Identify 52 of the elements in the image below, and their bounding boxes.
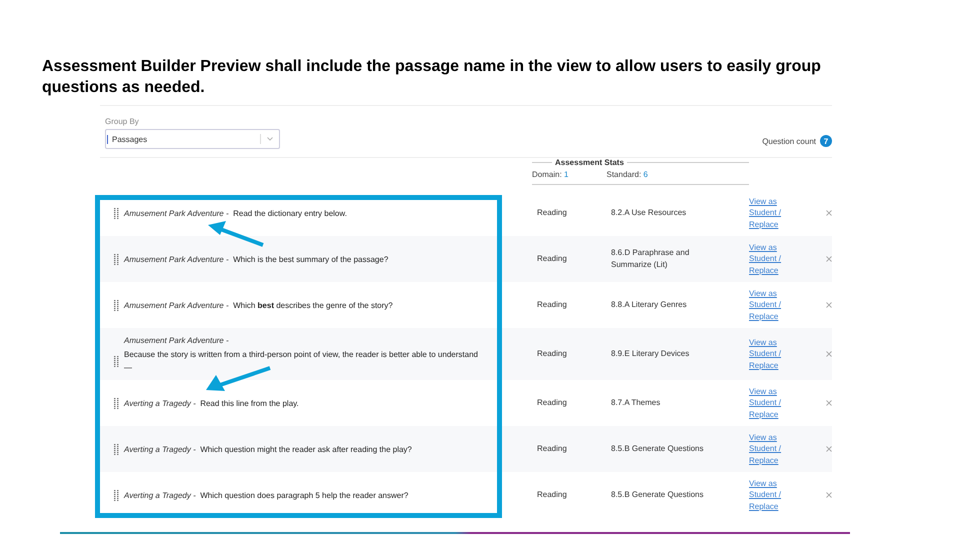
- arrow-annotation: [204, 365, 272, 393]
- group-by-label: Group By: [105, 117, 140, 126]
- drag-handle-icon[interactable]: [114, 208, 119, 218]
- close-icon[interactable]: [826, 351, 832, 357]
- domain-stat: Domain: 1: [532, 170, 568, 179]
- close-icon[interactable]: [826, 492, 832, 498]
- drag-handle-icon[interactable]: [114, 398, 119, 408]
- chevron-icon: [267, 137, 273, 141]
- drag-handle-icon[interactable]: [114, 254, 119, 264]
- domain-cell-text: Reading: [536, 207, 568, 219]
- domain-cell-text: Reading: [536, 348, 568, 360]
- question-cell: Amusement Park Adventure - Which best describes the genre of the story?: [100, 298, 532, 312]
- domain-cell-text: Reading: [536, 443, 568, 455]
- arrow-annotation: [206, 220, 266, 247]
- drag-handle-icon[interactable]: [114, 444, 119, 454]
- group-by-select[interactable]: Passages: [105, 129, 280, 149]
- standard-cell-text: 8.8.A Literary Genres: [611, 299, 688, 311]
- stats-heading: Assessment Stats: [552, 158, 627, 167]
- view-replace-link[interactable]: View as Student / Replace: [749, 288, 789, 322]
- view-replace-link[interactable]: View as Student / Replace: [749, 196, 789, 230]
- slide-title: Assessment Builder Preview shall include the passage name in the view to allow users to easily group questions as needed.: [41, 57, 822, 98]
- domain-cell-text: Reading: [536, 299, 568, 311]
- standard-cell-text: 8.5.B Generate Questions: [611, 443, 704, 455]
- close-icon[interactable]: [826, 210, 832, 216]
- question-cell: Averting a Tragedy - Read this line from the play.: [100, 396, 532, 410]
- question-cell: Averting a Tragedy - Which question does paragraph 5 help the reader answer?: [100, 488, 532, 502]
- close-icon[interactable]: [826, 400, 832, 406]
- drag-handle-icon[interactable]: [114, 300, 119, 310]
- standard-stat: Standard: 6: [606, 170, 648, 179]
- drag-handle-icon[interactable]: [114, 490, 119, 500]
- drag-handle-icon[interactable]: [114, 356, 119, 366]
- close-icon[interactable]: [826, 256, 832, 262]
- question-cell: Amusement Park Adventure - Read the dictionary entry below.: [100, 206, 532, 220]
- standard-cell-text: 8.5.B Generate Questions: [611, 489, 704, 501]
- close-icon[interactable]: [826, 302, 832, 308]
- standard-cell-text: 8.9.E Literary Devices: [611, 348, 690, 360]
- question-cell: Averting a Tragedy - Which question might the reader ask after reading the play?: [100, 442, 532, 456]
- question-count-label: Question count: [762, 136, 816, 146]
- question-cell: Amusement Park Adventure - Which is the best summary of the passage?: [100, 252, 532, 266]
- close-icon[interactable]: [826, 446, 832, 452]
- standard-cell-text: 8.2.A Use Resources: [611, 207, 688, 219]
- domain-cell-text: Reading: [536, 397, 568, 409]
- question-count-badge: 7: [820, 135, 832, 147]
- view-replace-link[interactable]: View as Student / Replace: [749, 478, 789, 512]
- standard-cell-text: 8.6.D Paraphrase and Summarize (Lit): [611, 247, 690, 271]
- view-replace-link[interactable]: View as Student / Replace: [749, 386, 789, 420]
- domain-cell-text: Reading: [536, 253, 568, 265]
- view-replace-link[interactable]: View as Student / Replace: [749, 432, 789, 466]
- domain-cell-text: Reading: [536, 489, 568, 501]
- view-replace-link[interactable]: View as Student / Replace: [749, 242, 789, 276]
- standard-cell-text: 8.7.A Themes: [611, 397, 662, 409]
- view-replace-link[interactable]: View as Student / Replace: [749, 336, 789, 372]
